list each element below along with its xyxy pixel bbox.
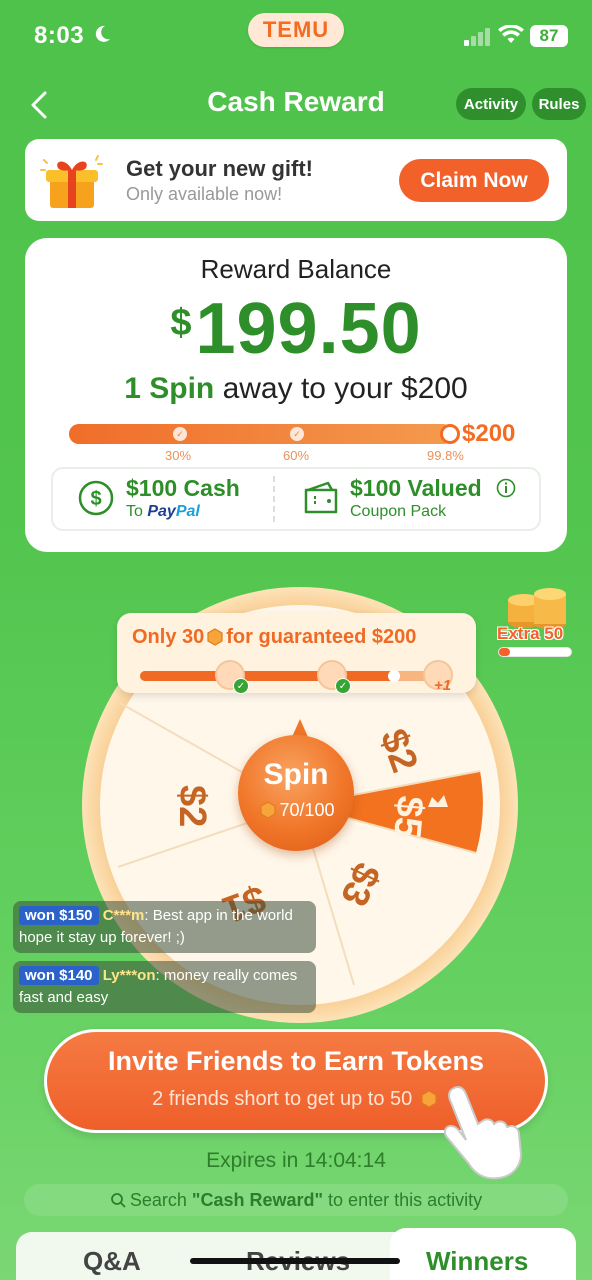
- winner-user: C***m: [102, 907, 145, 924]
- reward-balance-amount: $199.50: [0, 288, 592, 370]
- search-hint-suffix: to enter this activity: [328, 1189, 483, 1210]
- info-icon[interactable]: [496, 478, 516, 498]
- temu-app-pill[interactable]: TEMU: [248, 13, 344, 47]
- rewards-divider: [273, 476, 275, 522]
- milestone-label: 99.8%: [427, 448, 464, 463]
- gift-title: Get your new gift!: [126, 156, 313, 181]
- balance-value: 199.50: [195, 289, 422, 369]
- cash-reward-title: $100 Cash: [126, 475, 240, 501]
- dollar-circle-icon: $: [78, 480, 114, 516]
- coupon-subtitle: Coupon Pack: [350, 503, 447, 520]
- guarantee-marker: [388, 670, 400, 682]
- spin-away-rest: away to your $200: [214, 372, 468, 405]
- invite-subtitle-text: 2 friends short to get up to 50: [152, 1088, 413, 1110]
- battery-indicator: 87: [530, 25, 568, 47]
- invite-title: Invite Friends to Earn Tokens: [107, 1046, 485, 1076]
- extra-progress-fill: [499, 648, 510, 656]
- winner-user: Ly***on: [102, 967, 156, 984]
- paypal-logo-pay: Pay: [147, 503, 176, 520]
- coupon-title: $100 Valued: [350, 475, 482, 501]
- claim-now-button[interactable]: Claim Now: [399, 159, 549, 202]
- reward-balance-label: Reward Balance: [200, 254, 392, 284]
- spin-button[interactable]: [238, 735, 354, 851]
- progress-end-marker: [440, 424, 460, 444]
- spin-away-text: 1 Spin away to your $200: [0, 372, 592, 406]
- check-icon: ✓: [335, 678, 351, 694]
- token-icon: [260, 801, 277, 819]
- winner-feed-item: won $140 Ly***on: money really comes fas…: [13, 961, 316, 1013]
- activity-button[interactable]: Activity: [456, 88, 526, 120]
- moon-icon: [95, 25, 110, 42]
- coupon-wallet-icon: [304, 481, 338, 514]
- guarantee-text: Only 30 for guaranteed $200: [132, 626, 416, 649]
- tab-qa[interactable]: Q&A: [83, 1246, 141, 1277]
- wheel-segment-5: $5: [385, 794, 431, 840]
- tab-winners[interactable]: Winners: [426, 1246, 528, 1277]
- check-icon: ✓: [233, 678, 249, 694]
- winner-feed-text: won $140 Ly***on: money really comes fas…: [19, 965, 310, 1009]
- guarantee-progress-box: [117, 613, 476, 693]
- signal-icon: [464, 28, 490, 46]
- milestone-check-icon: ✓: [173, 427, 187, 441]
- spin-token-count: 70/100: [238, 800, 354, 821]
- milestone-check-icon: ✓: [290, 427, 304, 441]
- paypal-logo-pal: Pal: [175, 503, 200, 520]
- wifi-icon: [498, 25, 524, 43]
- spin-label: Spin: [263, 758, 329, 791]
- home-indicator: [190, 1258, 400, 1264]
- status-time: 8:03: [34, 22, 85, 49]
- milestone-label: 60%: [283, 448, 310, 463]
- currency-symbol: $: [170, 302, 192, 344]
- gift-subtitle: Only available now!: [126, 184, 283, 204]
- coin-stack-icon[interactable]: [500, 580, 572, 630]
- milestone-label: 30%: [165, 448, 192, 463]
- balance-progress-fill: [69, 424, 453, 444]
- search-icon: [110, 1193, 126, 1208]
- guarantee-prefix: Only 30: [132, 626, 205, 648]
- search-hint-keyword: "Cash Reward": [191, 1189, 324, 1210]
- svg-text:$: $: [90, 488, 101, 510]
- token-icon: [421, 1090, 437, 1108]
- guarantee-suffix: for guaranteed $200: [226, 626, 417, 648]
- spin-count: 1 Spin: [124, 372, 215, 405]
- progress-target: $200: [462, 420, 516, 447]
- rules-button[interactable]: Rules: [532, 88, 586, 120]
- search-hint-prefix: Search: [129, 1189, 187, 1210]
- cash-to-label: To: [126, 503, 148, 520]
- wheel-segment-2a: $2: [171, 785, 213, 827]
- spin-tokens: 70/100: [279, 800, 335, 820]
- expires-countdown: Expires in 14:04:14: [206, 1149, 386, 1172]
- won-badge: won $140: [19, 966, 99, 985]
- extra-bonus-label: Extra 50: [497, 624, 564, 643]
- guarantee-plus: +1: [434, 677, 452, 694]
- gift-box-icon: [40, 155, 103, 208]
- token-icon: [207, 628, 223, 646]
- search-hint: Search "Cash Reward" to enter this activ…: [24, 1184, 568, 1216]
- winner-feed-text: won $150 C***m: Best app in the world ho…: [19, 905, 310, 949]
- guarantee-fill: [140, 671, 395, 681]
- won-badge: won $150: [19, 906, 99, 925]
- winner-feed-item: won $150 C***m: Best app in the world ho…: [13, 901, 316, 953]
- cash-reward-subtitle: To PayPal: [126, 503, 200, 521]
